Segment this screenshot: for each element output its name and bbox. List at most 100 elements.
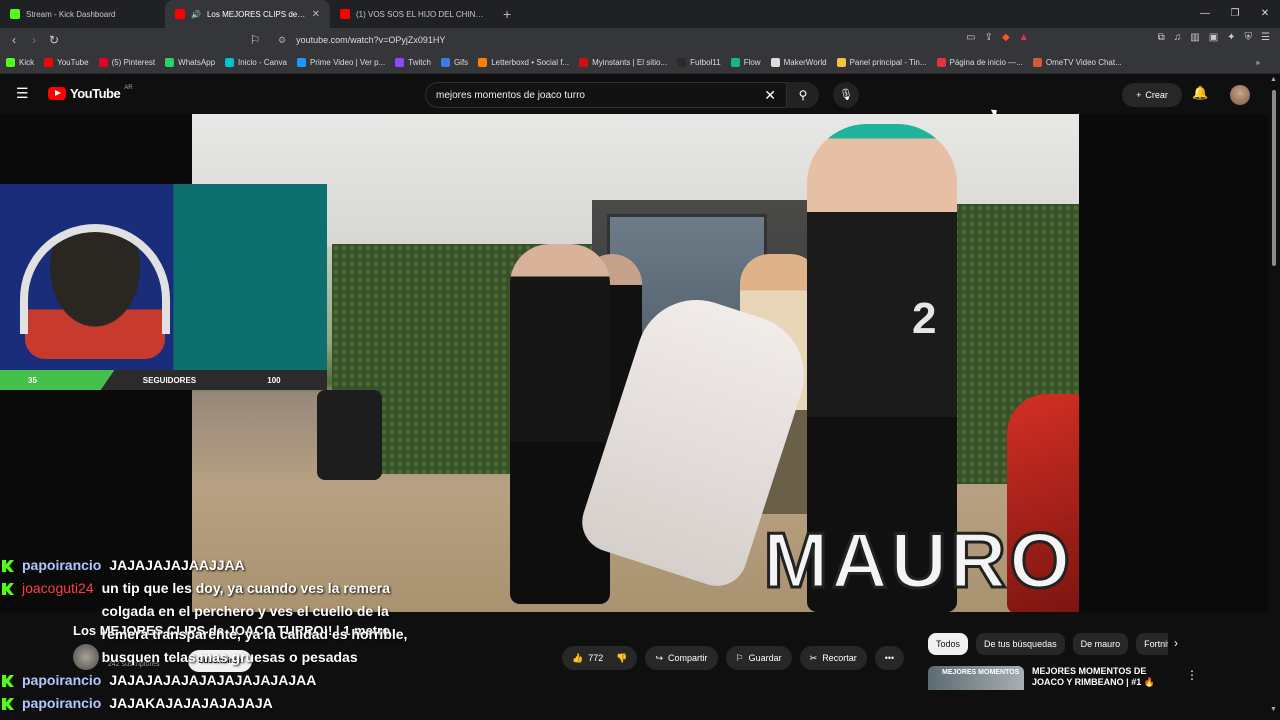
bookmark-item[interactable]: Panel principal - Tin... [836,58,927,67]
scrollbar-thumb[interactable] [1272,90,1276,266]
bookmark-favicon-icon [677,58,687,67]
more-actions-button[interactable]: ••• [874,646,905,670]
create-button[interactable]: + Crear [1122,83,1182,107]
bookmark-item[interactable]: Kick [6,58,34,67]
kick-logo-icon [2,675,14,687]
vpn-icon[interactable]: ⛨ [1245,32,1253,43]
page-scrollbar[interactable]: ▲ ▼ [1268,74,1280,720]
extensions-icon[interactable]: ⧉ [1158,32,1165,43]
bookmark-item[interactable]: YouTube [44,58,89,67]
audio-playing-icon[interactable]: 🔊 [191,10,201,19]
bookmark-favicon-icon [165,58,175,67]
more-bookmarks-icon[interactable]: » [1256,58,1260,67]
bookmark-item[interactable]: Prime Video | Ver p... [296,58,385,67]
tab-label: Stream - Kick Dashboard [26,9,116,19]
close-window-icon[interactable]: ✕ [1250,0,1280,28]
tab-youtube-clips[interactable]: 🔊 Los MEJORES CLIPS de JOACO ✕ [165,0,330,28]
chip-from-channel[interactable]: De mauro [1072,633,1129,655]
bookmark-label: Página de inicio —... [949,58,1023,67]
hamburger-menu-icon[interactable]: ☰ [16,86,32,100]
bookmark-page-icon[interactable]: ⚐ [245,33,265,47]
bookmark-label: YouTube [57,58,89,67]
share-button[interactable]: ↪ Compartir [645,646,718,670]
minimize-icon[interactable]: — [1190,0,1220,28]
bookmark-item[interactable]: WhatsApp [165,58,215,67]
video-player[interactable]: 2 MAURO 35 SEGUIDORES 100 [0,114,1268,612]
share-icon[interactable]: ⇪ [985,32,993,43]
brave-shield-icon[interactable]: ◆ [1002,32,1010,43]
clear-search-icon[interactable]: ✕ [764,87,776,104]
chat-username[interactable]: papoirancio [22,692,101,715]
like-button[interactable]: 👍 772 👎 [562,646,638,670]
jersey-number: 2 [912,294,937,343]
bookmark-item[interactable]: Flow [730,58,761,67]
microphone-icon: 🎙 [839,89,853,101]
bookmark-favicon-icon [478,58,488,67]
search-input[interactable]: mejores momentos de joaco turro ✕ [425,82,787,108]
bookmark-item[interactable]: Página de inicio —... [936,58,1023,67]
wallet-icon[interactable]: ▣ [1209,32,1218,43]
bookmark-favicon-icon [440,58,450,67]
clip-button[interactable]: ✂ Recortar [799,646,867,670]
chip-from-searches[interactable]: De tus búsquedas [976,633,1065,655]
bookmark-item[interactable]: Gifs [440,58,468,67]
chip-all[interactable]: Todos [928,633,969,655]
browser-toolbar: ‹ › ↻ ⚐ ⚙ youtube.com/watch?v=OPyjZx091H… [0,28,1280,52]
sidebar-icon[interactable]: ▥ [1190,32,1199,43]
kick-logo-icon [2,560,14,572]
notifications-bell-icon[interactable]: 🔔 [1192,85,1208,101]
user-avatar[interactable] [1230,85,1250,105]
chip-fortnite[interactable]: Fortnite [1136,633,1168,655]
chat-username[interactable]: papoirancio [22,554,101,577]
chat-message: joacoguti24 un tip que les doy, ya cuando… [0,577,430,669]
chat-message: papoirancio JAJAJAJAJAAJJAA [0,554,430,577]
chevron-right-icon[interactable]: › [1174,636,1178,650]
tab-label: (1) VOS SOS EL HIJO DEL CHINO MA [356,9,485,19]
youtube-logo[interactable]: YouTube AR [48,85,133,101]
recommended-thumbnail[interactable]: MEJORES MOMENTOS [928,666,1024,690]
bookmark-item[interactable]: Myinstants | El sitio... [579,58,667,67]
new-tab-button[interactable]: + [503,6,511,22]
chat-message: papoirancio JAJAJAJAJAJAJAJAJAJAJAA [0,669,430,692]
browser-tab-bar: Stream - Kick Dashboard 🔊 Los MEJORES CL… [0,0,1280,28]
bookmark-item[interactable]: MakerWorld [770,58,827,67]
headphones-icon [20,224,170,334]
address-bar[interactable]: ⚙ youtube.com/watch?v=OPyjZx091HY [270,30,990,50]
save-button[interactable]: ⚐ Guardar [725,646,792,670]
scroll-down-icon[interactable]: ▼ [1270,706,1277,713]
scroll-up-icon[interactable]: ▲ [1270,76,1277,83]
chat-username[interactable]: papoirancio [22,669,101,692]
back-icon[interactable]: ‹ [4,33,24,47]
ai-icon[interactable]: ✦ [1227,32,1235,43]
like-count: 772 [588,653,604,663]
search-button[interactable]: ⚲ [787,82,819,108]
bookmark-item[interactable]: Inicio - Canva [225,58,287,67]
brave-rewards-icon[interactable]: ▲ [1019,32,1029,43]
bookmark-item[interactable]: (5) Pinterest [98,58,155,67]
recommended-video[interactable]: MEJORES MOMENTOS MEJORES MOMENTOS DE JOA… [928,666,1198,690]
maximize-icon[interactable]: ❐ [1220,0,1250,28]
menu-icon[interactable]: ☰ [1261,32,1270,43]
streamer-webcam [0,184,327,370]
bookmark-item[interactable]: Futbol11 [677,58,721,67]
bookmark-item[interactable]: Twitch [395,58,431,67]
close-tab-icon[interactable]: ✕ [312,9,320,20]
more-vert-icon[interactable]: ⋮ [1186,668,1198,682]
media-icon[interactable]: ♫ [1174,32,1182,43]
site-info-icon[interactable]: ⚙ [278,35,286,46]
youtube-header: ☰ YouTube AR mejores momentos de joaco t… [0,74,1280,114]
tab-youtube-chino[interactable]: (1) VOS SOS EL HIJO DEL CHINO MA [330,0,495,28]
kick-favicon-icon [10,9,20,19]
recommended-title[interactable]: MEJORES MOMENTOS DE JOACO Y RIMBEANO | #… [1032,666,1162,690]
kick-logo-icon [2,698,14,710]
bookmark-label: Myinstants | El sitio... [592,58,668,67]
forward-icon[interactable]: › [24,33,44,47]
screen-cast-icon[interactable]: ▭ [966,32,975,43]
reload-icon[interactable]: ↻ [44,33,64,47]
bookmark-item[interactable]: Letterboxd • Social f... [478,58,569,67]
bookmark-item[interactable]: OmeTV Video Chat... [1032,58,1122,67]
thumbs-down-icon[interactable]: 👎 [616,653,627,664]
tab-kick-dashboard[interactable]: Stream - Kick Dashboard [0,0,165,28]
chat-username[interactable]: joacoguti24 [22,577,94,669]
voice-search-button[interactable]: 🎙 [833,82,859,108]
